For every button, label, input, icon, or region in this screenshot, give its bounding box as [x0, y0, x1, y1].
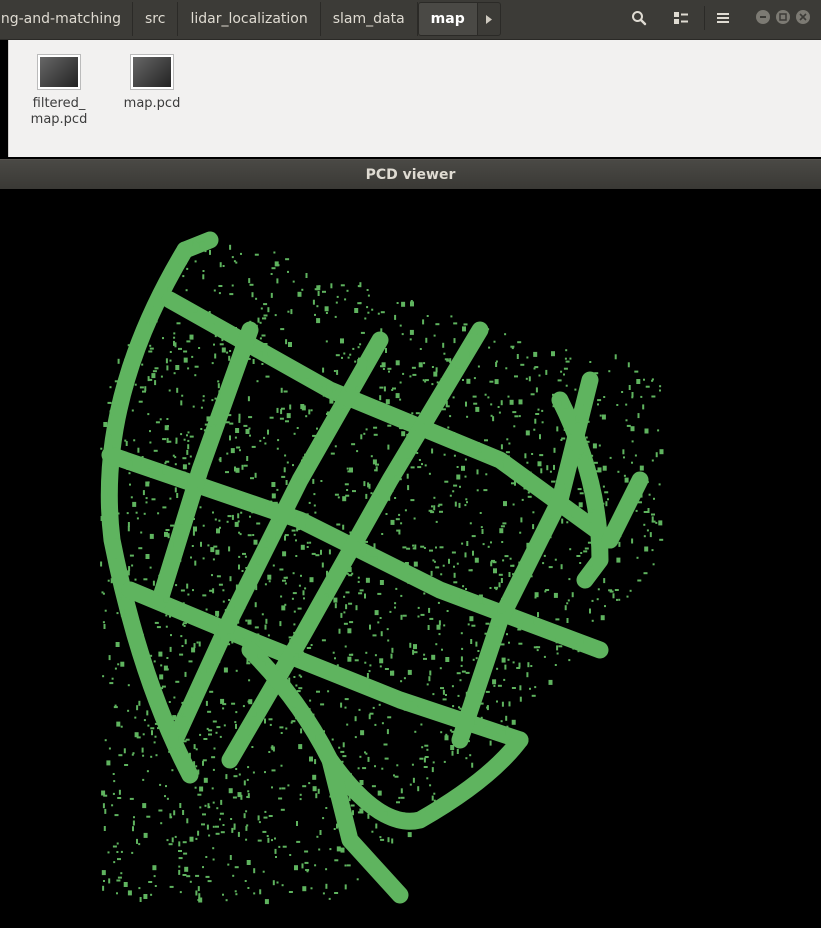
breadcrumb: ping-and-matching src lidar_localization…	[0, 2, 501, 36]
file-item-filtered-map[interactable]: filtered_ map.pcd	[24, 54, 94, 128]
file-item-map[interactable]: map.pcd	[117, 54, 187, 112]
file-name: map.pcd	[123, 96, 181, 111]
close-button[interactable]	[796, 10, 810, 24]
search-button[interactable]	[622, 2, 656, 34]
window-title: PCD viewer	[365, 166, 456, 183]
close-icon	[799, 13, 807, 21]
file-name: filtered_ map.pcd	[30, 96, 88, 127]
breadcrumb-item-map[interactable]: map	[417, 2, 478, 36]
file-thumbnail-icon	[130, 54, 174, 90]
breadcrumb-item-lidar-localization[interactable]: lidar_localization	[178, 2, 321, 36]
breadcrumb-item-ping-and-matching[interactable]: ping-and-matching	[0, 2, 133, 36]
minimize-button[interactable]	[756, 10, 770, 24]
search-icon	[632, 11, 647, 26]
menu-button[interactable]	[706, 2, 740, 34]
maximize-button[interactable]	[776, 10, 790, 24]
breadcrumb-item-slam-data[interactable]: slam_data	[321, 2, 418, 36]
view-options-icon	[674, 12, 688, 24]
file-thumbnail-icon	[37, 54, 81, 90]
file-manager-header: ping-and-matching src lidar_localization…	[0, 0, 821, 40]
minimize-icon	[760, 16, 766, 18]
maximize-icon	[779, 13, 787, 21]
breadcrumb-item-src[interactable]: src	[133, 2, 179, 36]
menu-icon	[717, 13, 729, 23]
breadcrumb-forward-button[interactable]	[477, 2, 501, 36]
chevron-right-icon	[485, 14, 492, 24]
pcd-viewer-titlebar[interactable]: PCD viewer	[0, 159, 821, 189]
view-options-button[interactable]	[664, 2, 698, 34]
header-separator	[704, 6, 705, 30]
point-cloud-map	[100, 231, 664, 905]
file-view: filtered_ map.pcd map.pcd	[8, 40, 821, 157]
point-cloud-canvas[interactable]	[0, 189, 821, 928]
